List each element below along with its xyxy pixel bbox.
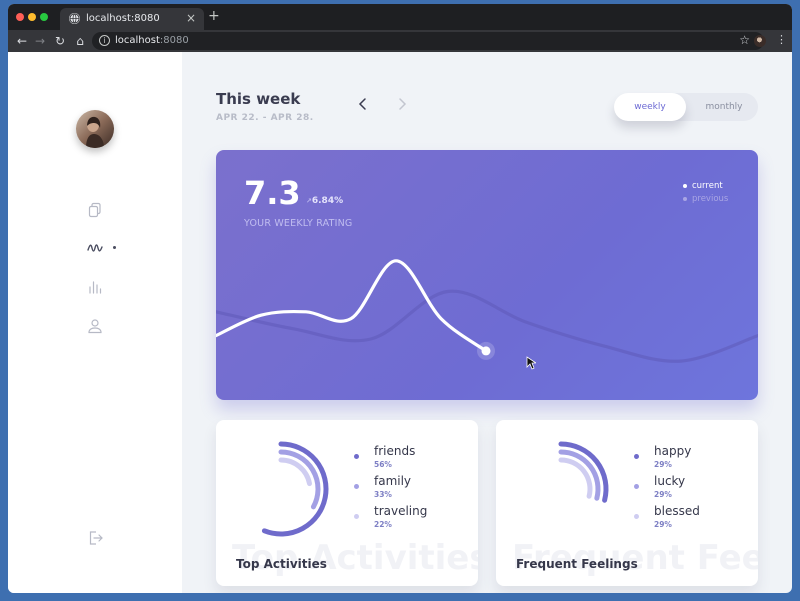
item-name: traveling (374, 504, 428, 518)
profile-avatar[interactable] (754, 35, 766, 47)
item-percent: 29% (654, 460, 672, 469)
item-percent: 33% (374, 490, 392, 499)
legend-previous-label: previous (692, 194, 729, 204)
stats-icon[interactable] (87, 279, 103, 295)
chevron-right-icon[interactable] (395, 97, 409, 111)
menu-icon[interactable]: ⋮ (776, 33, 787, 46)
legend-previous-dot (683, 197, 687, 201)
logout-icon[interactable] (87, 530, 103, 546)
rating-change-value: 6.84% (311, 196, 344, 206)
frequent-feelings-card: Frequent Feelings happy 29% lucky 29% blesse… (496, 420, 758, 586)
close-window-button[interactable] (16, 13, 24, 21)
item-percent: 29% (654, 490, 672, 499)
browser-toolbar: ← → ↻ ⌂ i localhost:8080 ☆ ⋮ (8, 30, 792, 52)
documents-icon[interactable] (87, 202, 103, 218)
main-content: This week APR 22. - APR 28. weekly month… (182, 52, 792, 593)
browser-tab[interactable]: localhost:8080 × (60, 8, 204, 30)
activity-icon[interactable] (87, 240, 103, 256)
maximize-window-button[interactable] (40, 13, 48, 21)
ring-arc-blessed (558, 457, 593, 499)
legend-current-label: current (692, 181, 723, 191)
plus-icon[interactable]: + (208, 9, 220, 23)
item-name: happy (654, 444, 692, 458)
feelings-ring-chart (558, 441, 609, 503)
chevron-left-icon[interactable] (356, 97, 370, 111)
toggle-monthly[interactable]: monthly (690, 93, 758, 121)
tab-title: localhost:8080 (86, 13, 160, 24)
rating-change: ↗6.84% (306, 196, 343, 206)
item-percent: 29% (654, 520, 672, 529)
globe-icon (69, 13, 80, 24)
address-port: :8080 (159, 35, 189, 46)
date-range: APR 22. - APR 28. (216, 113, 314, 123)
page-title: This week (216, 90, 301, 108)
bullet-dot (634, 484, 639, 489)
tab-close-icon[interactable]: × (186, 11, 196, 25)
address-bar[interactable]: i localhost:8080 ☆ (92, 32, 764, 50)
weekly-rating-card: 7.3 ↗6.84% YOUR WEEKLY RATING current pr… (216, 150, 758, 400)
item-name: friends (374, 444, 416, 458)
minimize-window-button[interactable] (28, 13, 36, 21)
legend-previous[interactable]: previous (683, 193, 728, 206)
sidebar (8, 52, 182, 593)
star-icon[interactable]: ☆ (739, 33, 750, 47)
bullet-dot (634, 454, 639, 459)
info-icon[interactable]: i (99, 35, 110, 46)
item-percent: 56% (374, 460, 392, 469)
card-title: Frequent Feelings (516, 557, 638, 571)
active-indicator (113, 246, 116, 249)
card-title: Top Activities (236, 557, 327, 571)
item-name: blessed (654, 504, 700, 518)
toggle-weekly[interactable]: weekly (614, 93, 686, 121)
item-name: family (374, 474, 412, 488)
user-icon[interactable] (87, 318, 103, 334)
legend-current-dot (683, 184, 687, 188)
bullet-dot (354, 454, 359, 459)
forward-arrow-icon[interactable]: → (32, 33, 48, 49)
series-line-current (216, 259, 488, 353)
bullet-dot (354, 514, 359, 519)
top-activities-card: Top Activities friends 56% family 33% travel… (216, 420, 478, 586)
legend-current[interactable]: current (683, 180, 728, 193)
item-percent: 22% (374, 520, 392, 529)
current-point[interactable] (481, 346, 491, 356)
tab-bar: localhost:8080 × + (8, 4, 792, 30)
back-arrow-icon[interactable]: ← (14, 33, 30, 49)
bullet-dot (354, 484, 359, 489)
reload-icon[interactable]: ↻ (52, 33, 68, 49)
browser-window: localhost:8080 × + ← → ↻ ⌂ i localhost:8… (8, 4, 792, 593)
item-name: lucky (654, 474, 686, 488)
home-icon[interactable]: ⌂ (72, 33, 88, 49)
bullet-dot (634, 514, 639, 519)
rating-label: YOUR WEEKLY RATING (244, 218, 353, 229)
activities-ring-chart (261, 441, 329, 537)
chart-legend: current previous (683, 180, 728, 206)
mouse-cursor-icon (526, 356, 536, 370)
rating-value: 7.3 (244, 174, 301, 212)
address-host: localhost (115, 35, 160, 46)
period-toggle: weekly monthly (614, 93, 758, 121)
avatar[interactable] (76, 110, 114, 148)
